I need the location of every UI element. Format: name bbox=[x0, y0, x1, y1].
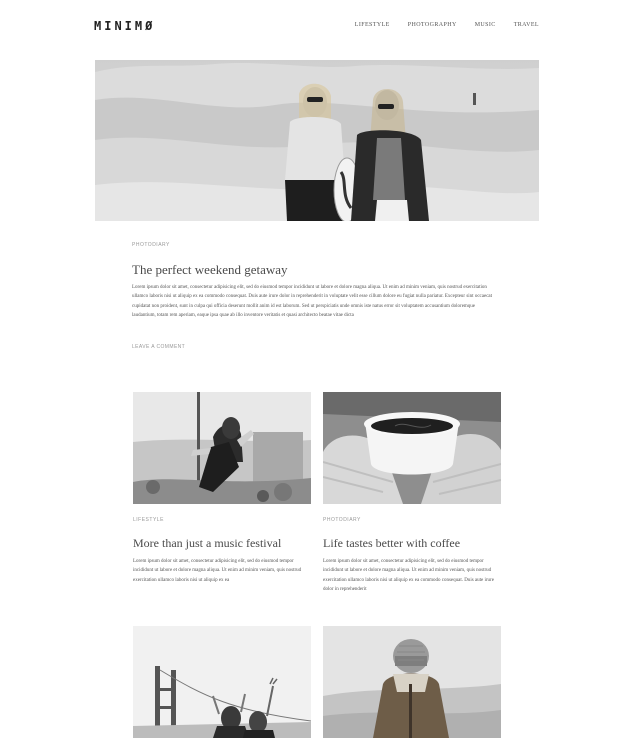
nav-item-lifestyle[interactable]: LIFESTYLE bbox=[355, 22, 390, 28]
featured-category[interactable]: PHOTODIARY bbox=[132, 242, 170, 248]
post-category-photodiary[interactable]: PHOTODIARY bbox=[323, 517, 361, 523]
site-logo[interactable]: MINIMØ bbox=[94, 19, 155, 33]
post-category-lifestyle[interactable]: LIFESTYLE bbox=[133, 517, 164, 523]
nav-item-photography[interactable]: PHOTOGRAPHY bbox=[408, 22, 457, 28]
featured-title[interactable]: The perfect weekend getaway bbox=[132, 262, 288, 278]
post-excerpt-festival: Lorem ipsum dolor sit amet, consectetur … bbox=[133, 559, 302, 583]
post-thumbnail-coffee[interactable] bbox=[323, 392, 501, 504]
leave-comment-link[interactable]: LEAVE A COMMENT bbox=[132, 344, 185, 350]
main-nav: LIFESTYLE PHOTOGRAPHY MUSIC TRAVEL bbox=[355, 22, 539, 28]
featured-excerpt: Lorem ipsum dolor sit amet, consectetur … bbox=[132, 285, 493, 319]
post-thumbnail-bridge[interactable] bbox=[133, 626, 311, 738]
post-title-coffee[interactable]: Life tastes better with coffee bbox=[323, 536, 460, 551]
nav-item-music[interactable]: MUSIC bbox=[475, 22, 496, 28]
post-excerpt-coffee: Lorem ipsum dolor sit amet, consectetur … bbox=[323, 559, 494, 593]
post-thumbnail-festival[interactable] bbox=[133, 392, 311, 504]
post-title-festival[interactable]: More than just a music festival bbox=[133, 536, 281, 551]
nav-item-travel[interactable]: TRAVEL bbox=[514, 22, 539, 28]
featured-image[interactable] bbox=[95, 60, 539, 221]
post-thumbnail-hiker[interactable] bbox=[323, 626, 501, 738]
